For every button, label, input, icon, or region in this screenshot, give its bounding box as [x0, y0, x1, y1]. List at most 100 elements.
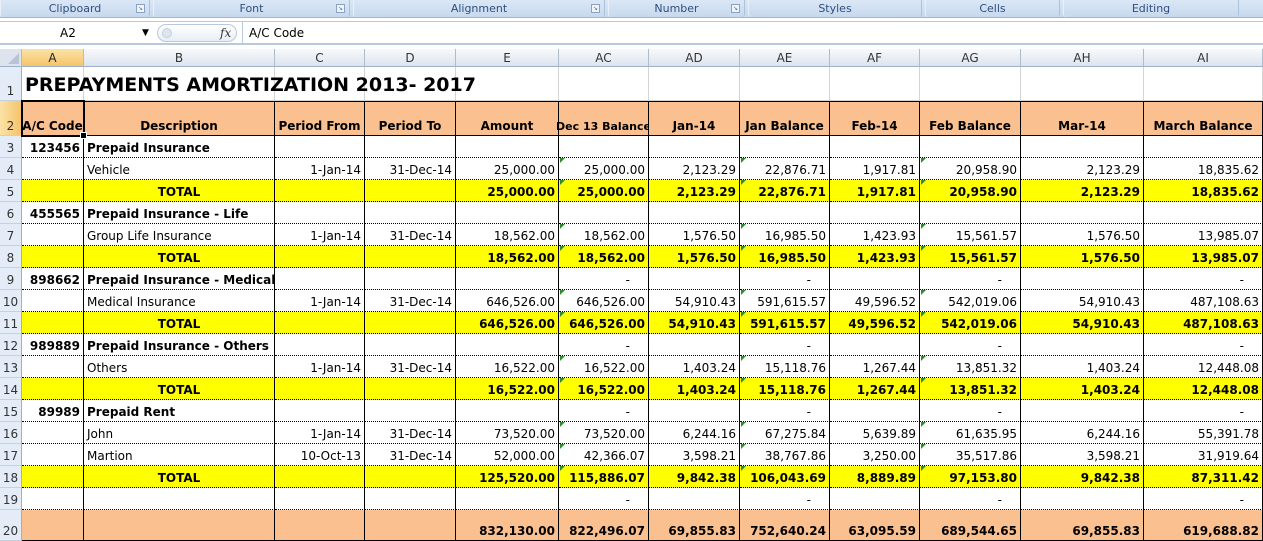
cell-a17[interactable] [22, 444, 84, 466]
cell-ag8[interactable]: 15,561.57 [920, 246, 1021, 268]
dialog-launcher-icon[interactable]: ↘ [336, 4, 345, 13]
cell-ag3[interactable] [920, 136, 1021, 158]
cell-ac10[interactable]: 646,526.00 [559, 290, 649, 312]
cell-ag14[interactable]: 13,851.32 [920, 378, 1021, 400]
cell-ag18[interactable]: 97,153.80 [920, 466, 1021, 488]
cell-a15[interactable]: 89989 [22, 400, 84, 422]
cell-b16[interactable]: John [84, 422, 275, 444]
cell-af9[interactable] [830, 268, 920, 290]
column-header-af[interactable]: AF [830, 49, 920, 67]
cell-af7[interactable]: 1,423.93 [830, 224, 920, 246]
cell-ai6[interactable] [1144, 202, 1263, 224]
cell-a12[interactable]: 989889 [22, 334, 84, 356]
cell-ah5[interactable]: 2,123.29 [1021, 180, 1144, 202]
cell-b10[interactable]: Medical Insurance [84, 290, 275, 312]
cell-ag13[interactable]: 13,851.32 [920, 356, 1021, 378]
cell-c9[interactable] [275, 268, 365, 290]
cell-ah12[interactable] [1021, 334, 1144, 356]
cell-af10[interactable]: 49,596.52 [830, 290, 920, 312]
cell-ad18[interactable]: 9,842.38 [649, 466, 740, 488]
name-box[interactable]: A2 [0, 22, 155, 44]
cell-af4[interactable]: 1,917.81 [830, 158, 920, 180]
cell-c12[interactable] [275, 334, 365, 356]
cell-ai14[interactable]: 12,448.08 [1144, 378, 1263, 400]
cell-af12[interactable] [830, 334, 920, 356]
cell-af17[interactable]: 3,250.00 [830, 444, 920, 466]
cell-ai11[interactable]: 487,108.63 [1144, 312, 1263, 334]
cell-a16[interactable] [22, 422, 84, 444]
cell-ag15[interactable]: - [920, 400, 1021, 422]
cell-ae16[interactable]: 67,275.84 [740, 422, 830, 444]
select-all-button[interactable] [0, 49, 22, 67]
cell-af13[interactable]: 1,267.44 [830, 356, 920, 378]
cell-ac13[interactable]: 16,522.00 [559, 356, 649, 378]
cell-ae12[interactable]: - [740, 334, 830, 356]
cell-c7[interactable]: 1-Jan-14 [275, 224, 365, 246]
cell-af20[interactable]: 63,095.59 [830, 510, 920, 541]
cell-d15[interactable] [365, 400, 456, 422]
cell-ag4[interactable]: 20,958.90 [920, 158, 1021, 180]
cell-ad11[interactable]: 54,910.43 [649, 312, 740, 334]
cell-af15[interactable] [830, 400, 920, 422]
cell-ah1[interactable] [1021, 67, 1144, 101]
cell-ag17[interactable]: 35,517.86 [920, 444, 1021, 466]
cell-ad5[interactable]: 2,123.29 [649, 180, 740, 202]
cell-b12[interactable]: Prepaid Insurance - Others [84, 334, 275, 356]
cell-e4[interactable]: 25,000.00 [456, 158, 559, 180]
cell-b15[interactable]: Prepaid Rent [84, 400, 275, 422]
row-header-4[interactable]: 4 [0, 158, 22, 180]
cell-ac19[interactable]: - [559, 488, 649, 510]
cell-c17[interactable]: 10-Oct-13 [275, 444, 365, 466]
cell-d9[interactable] [365, 268, 456, 290]
cell-e6[interactable] [456, 202, 559, 224]
cell-ae14[interactable]: 15,118.76 [740, 378, 830, 400]
cell-b4[interactable]: Vehicle [84, 158, 275, 180]
row-header-6[interactable]: 6 [0, 202, 22, 224]
row-header-18[interactable]: 18 [0, 466, 22, 488]
cell-b14[interactable]: TOTAL [84, 378, 275, 400]
cell-c19[interactable] [275, 488, 365, 510]
cell-ai15[interactable]: - [1144, 400, 1263, 422]
cell-ac14[interactable]: 16,522.00 [559, 378, 649, 400]
cell-ae6[interactable] [740, 202, 830, 224]
row-header-16[interactable]: 16 [0, 422, 22, 444]
cell-ad12[interactable] [649, 334, 740, 356]
cell-e14[interactable]: 16,522.00 [456, 378, 559, 400]
header-period-from[interactable]: Period From [275, 101, 365, 136]
header-mar-14[interactable]: Mar-14 [1021, 101, 1144, 136]
cell-b17[interactable]: Martion [84, 444, 275, 466]
cell-d19[interactable] [365, 488, 456, 510]
column-header-a[interactable]: A [22, 49, 84, 67]
cell-ae1[interactable] [740, 67, 830, 101]
cell-ad4[interactable]: 2,123.29 [649, 158, 740, 180]
cell-d12[interactable] [365, 334, 456, 356]
cell-d16[interactable]: 31-Dec-14 [365, 422, 456, 444]
cell-ac4[interactable]: 25,000.00 [559, 158, 649, 180]
cell-c15[interactable] [275, 400, 365, 422]
cell-af16[interactable]: 5,639.89 [830, 422, 920, 444]
name-box-dropdown-icon[interactable]: ▼ [142, 22, 149, 44]
column-header-ai[interactable]: AI [1144, 49, 1263, 67]
header-feb-14[interactable]: Feb-14 [830, 101, 920, 136]
cell-ah4[interactable]: 2,123.29 [1021, 158, 1144, 180]
cell-c16[interactable]: 1-Jan-14 [275, 422, 365, 444]
cell-e15[interactable] [456, 400, 559, 422]
cell-ah11[interactable]: 54,910.43 [1021, 312, 1144, 334]
cell-a9[interactable]: 898662 [22, 268, 84, 290]
cell-ai20[interactable]: 619,688.82 [1144, 510, 1263, 541]
cell-ag5[interactable]: 20,958.90 [920, 180, 1021, 202]
cell-b18[interactable]: TOTAL [84, 466, 275, 488]
cell-c11[interactable] [275, 312, 365, 334]
row-header-8[interactable]: 8 [0, 246, 22, 268]
cell-d4[interactable]: 31-Dec-14 [365, 158, 456, 180]
cell-d10[interactable]: 31-Dec-14 [365, 290, 456, 312]
header-march-balance[interactable]: March Balance [1144, 101, 1263, 136]
cell-ai7[interactable]: 13,985.07 [1144, 224, 1263, 246]
cell-ac16[interactable]: 73,520.00 [559, 422, 649, 444]
cell-ah19[interactable] [1021, 488, 1144, 510]
cell-e16[interactable]: 73,520.00 [456, 422, 559, 444]
cell-ah20[interactable]: 69,855.83 [1021, 510, 1144, 541]
cell-ag10[interactable]: 542,019.06 [920, 290, 1021, 312]
cell-ah8[interactable]: 1,576.50 [1021, 246, 1144, 268]
cell-e17[interactable]: 52,000.00 [456, 444, 559, 466]
